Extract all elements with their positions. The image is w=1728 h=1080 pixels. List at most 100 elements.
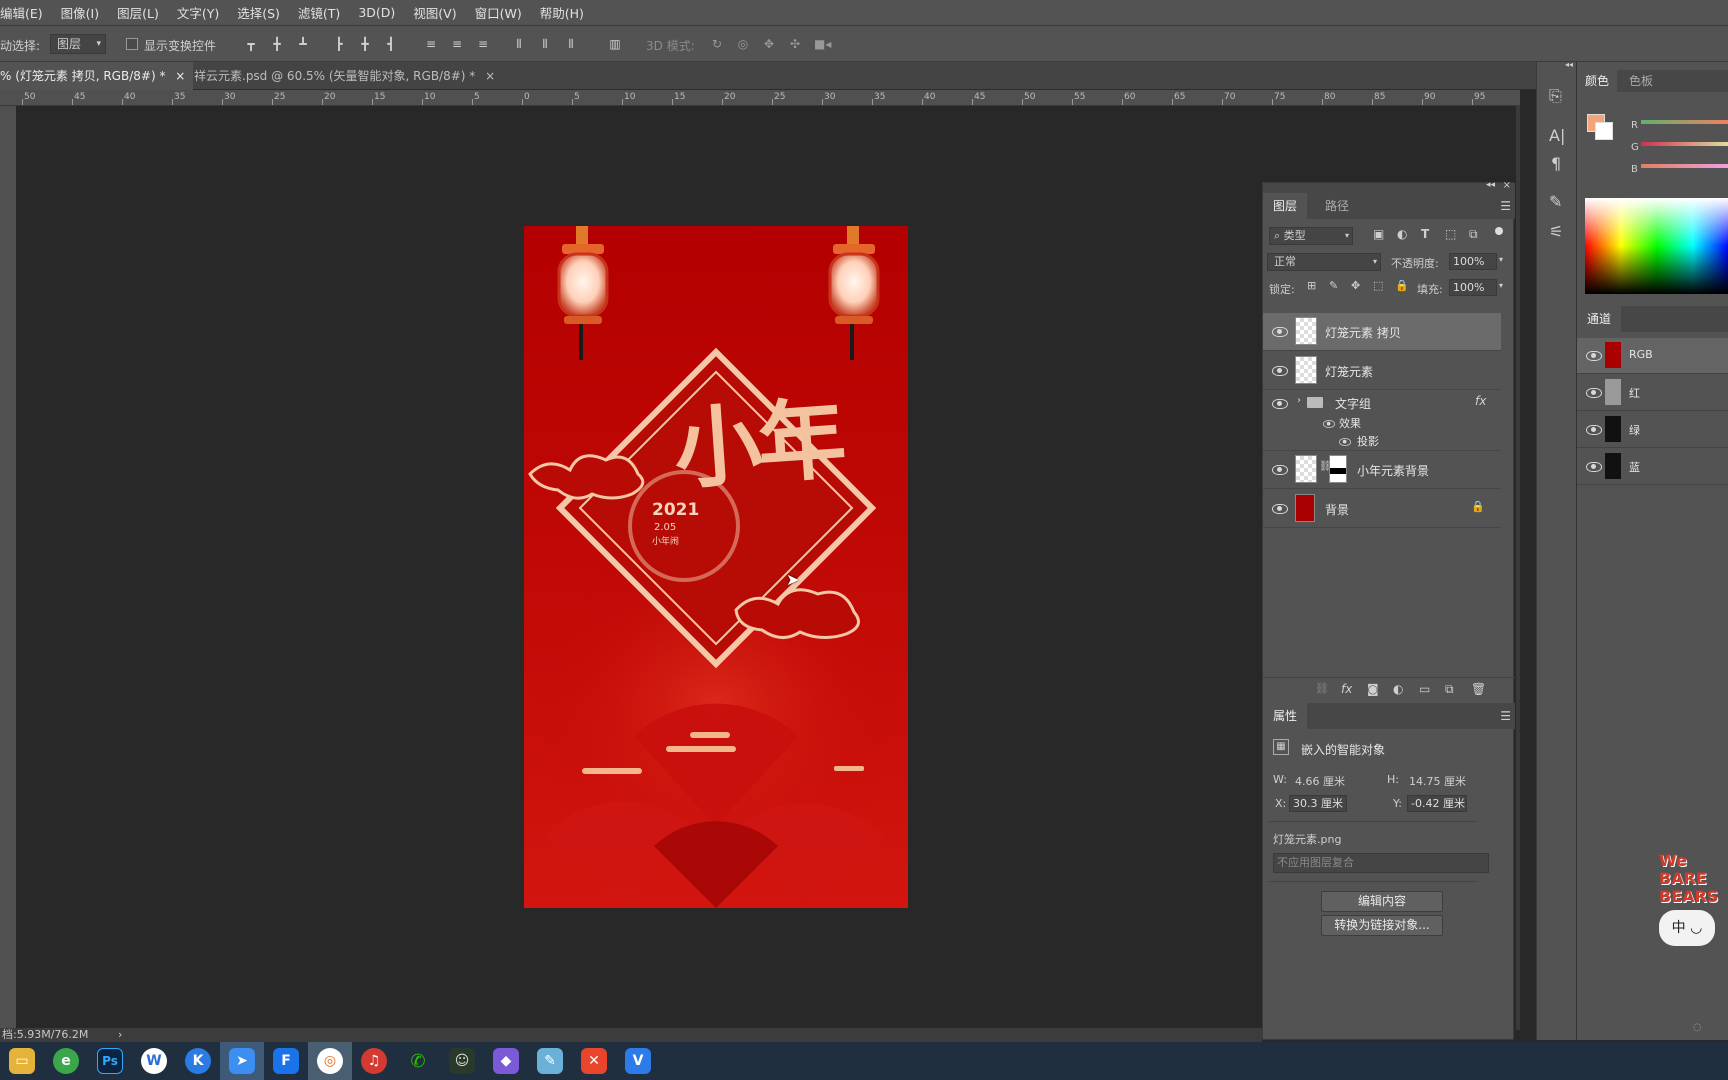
layer-name[interactable]: 灯笼元素 bbox=[1325, 363, 1373, 380]
visibility-eye-icon[interactable] bbox=[1272, 465, 1288, 475]
taskbar-netease-music[interactable]: ♫ bbox=[352, 1042, 396, 1080]
visibility-eye-icon[interactable] bbox=[1272, 504, 1288, 514]
distribute-vcenter-icon[interactable]: ≡ bbox=[450, 36, 464, 52]
visibility-eye-icon[interactable] bbox=[1586, 351, 1602, 361]
panel-menu-icon[interactable]: ☰ bbox=[1500, 199, 1511, 213]
x-input[interactable]: 30.3 厘米 bbox=[1289, 795, 1347, 812]
fx-add-icon[interactable]: fx bbox=[1341, 682, 1352, 696]
taskbar-app-feishu[interactable]: ➤ bbox=[220, 1042, 264, 1080]
tab-layers[interactable]: 图层 bbox=[1263, 193, 1308, 219]
filter-type-icon[interactable]: T bbox=[1421, 227, 1429, 241]
taskbar-app-k[interactable]: K bbox=[176, 1042, 220, 1080]
background-swatch[interactable] bbox=[1595, 122, 1613, 140]
fill-input[interactable]: 100% bbox=[1449, 279, 1497, 296]
taskbar-app-cube[interactable]: ◆ bbox=[484, 1042, 528, 1080]
menu-edit[interactable]: 编辑(E) bbox=[0, 3, 52, 22]
add-mask-icon[interactable]: ◙ bbox=[1367, 682, 1379, 696]
align-hcenter-icon[interactable]: ╋ bbox=[358, 36, 372, 52]
canvas-scrollbar[interactable] bbox=[1516, 106, 1520, 1030]
layer-name[interactable]: 背景 bbox=[1325, 501, 1349, 518]
visibility-eye-icon[interactable] bbox=[1272, 366, 1288, 376]
layer-name[interactable]: 小年元素背景 bbox=[1357, 462, 1429, 479]
collapse-icon[interactable]: ◂◂ bbox=[1486, 180, 1495, 190]
filter-adjust-icon[interactable]: ◐ bbox=[1397, 227, 1407, 241]
tab-channels[interactable]: 通道 bbox=[1577, 306, 1622, 332]
panel-menu-icon[interactable]: ☰ bbox=[1500, 709, 1511, 723]
align-left-icon[interactable]: ┣ bbox=[332, 36, 346, 52]
visibility-eye-icon[interactable] bbox=[1586, 425, 1602, 435]
distribute-top-icon[interactable]: ≡ bbox=[424, 36, 438, 52]
visibility-eye-icon[interactable] bbox=[1586, 388, 1602, 398]
channel-row-blue[interactable]: 蓝 bbox=[1577, 449, 1728, 485]
layer-filter-dropdown[interactable]: ⌕ 类型 ▾ bbox=[1269, 227, 1353, 245]
taskbar-app-x[interactable]: ✕ bbox=[572, 1042, 616, 1080]
menu-view[interactable]: 视图(V) bbox=[404, 3, 465, 22]
new-group-icon[interactable]: ▭ bbox=[1419, 682, 1430, 696]
taskbar-wechat[interactable]: ✆ bbox=[396, 1042, 440, 1080]
filter-pixel-icon[interactable]: ▣ bbox=[1373, 227, 1384, 241]
taskbar-app-mascot[interactable]: ☺ bbox=[440, 1042, 484, 1080]
expand-arrow-icon[interactable]: › bbox=[1297, 395, 1301, 406]
tab-cloud-psd[interactable]: 祥云元素.psd @ 60.5% (矢量智能对象, RGB/8#) * × bbox=[186, 62, 503, 90]
visibility-eye-icon[interactable] bbox=[1272, 399, 1288, 409]
menu-type[interactable]: 文字(Y) bbox=[168, 3, 228, 22]
menu-select[interactable]: 选择(S) bbox=[228, 3, 289, 22]
close-icon[interactable]: × bbox=[1503, 180, 1511, 191]
distribute-bottom-icon[interactable]: ≡ bbox=[476, 36, 490, 52]
align-right-icon[interactable]: ┫ bbox=[384, 36, 398, 52]
menu-help[interactable]: 帮助(H) bbox=[531, 3, 593, 22]
brush-icon[interactable]: ✎ bbox=[1549, 192, 1562, 211]
distribute-hcenter-icon[interactable]: ⦀ bbox=[538, 36, 552, 52]
channel-row-red[interactable]: 红 bbox=[1577, 375, 1728, 411]
drop-shadow-label[interactable]: 投影 bbox=[1357, 433, 1379, 449]
effects-eye-icon[interactable] bbox=[1323, 420, 1335, 428]
y-input[interactable]: -0.42 厘米 bbox=[1407, 795, 1467, 812]
3d-slide-icon[interactable]: ✣ bbox=[788, 36, 802, 52]
character-icon[interactable]: A| bbox=[1549, 126, 1565, 145]
tab-lantern-copy[interactable]: % (灯笼元素 拷贝, RGB/8#) * × bbox=[0, 62, 194, 90]
convert-to-linked-button[interactable]: 转换为链接对象... bbox=[1321, 915, 1443, 936]
taskbar-file-explorer[interactable]: ▭ bbox=[0, 1042, 44, 1080]
channel-row-rgb[interactable]: RGB bbox=[1577, 338, 1728, 374]
distribute-right-icon[interactable]: ⦀ bbox=[564, 36, 578, 52]
filter-shape-icon[interactable]: ⬚ bbox=[1445, 227, 1456, 241]
lock-transparent-icon[interactable]: ⊞ bbox=[1307, 279, 1316, 292]
chevron-down-icon[interactable]: ▾ bbox=[1499, 255, 1503, 264]
layer-row-lantern[interactable]: 灯笼元素 bbox=[1263, 352, 1501, 390]
menu-3d[interactable]: 3D(D) bbox=[349, 5, 404, 20]
3d-scale-icon[interactable]: ■◂ bbox=[814, 36, 831, 52]
slider-b[interactable] bbox=[1641, 164, 1728, 168]
taskbar-app-f[interactable]: F bbox=[264, 1042, 308, 1080]
3d-roll-icon[interactable]: ◎ bbox=[736, 36, 750, 52]
color-spectrum[interactable] bbox=[1585, 198, 1728, 294]
lock-paint-icon[interactable]: ✎ bbox=[1329, 279, 1338, 292]
taskbar-browser[interactable]: e bbox=[44, 1042, 88, 1080]
align-top-icon[interactable]: ┳ bbox=[244, 36, 258, 52]
layer-row-background[interactable]: 背景 🔒 bbox=[1263, 490, 1501, 528]
align-vcenter-icon[interactable]: ╋ bbox=[270, 36, 284, 52]
delete-layer-icon[interactable]: 🗑 bbox=[1471, 682, 1486, 696]
distribute-left-icon[interactable]: ⦀ bbox=[512, 36, 526, 52]
close-icon[interactable]: × bbox=[485, 69, 495, 83]
3d-pan-icon[interactable]: ✥ bbox=[762, 36, 776, 52]
tab-swatches[interactable]: 色板 bbox=[1625, 70, 1657, 92]
lock-all-icon[interactable]: 🔒 bbox=[1395, 279, 1409, 292]
3d-rotate-icon[interactable]: ↻ bbox=[710, 36, 724, 52]
visibility-eye-icon[interactable] bbox=[1272, 327, 1288, 337]
menu-window[interactable]: 窗口(W) bbox=[466, 3, 531, 22]
history-icon[interactable]: ⎘ bbox=[1549, 86, 1562, 106]
layer-row-text-group[interactable]: › 文字组 fx 效果 投影 bbox=[1263, 391, 1501, 451]
paragraph-icon[interactable]: ¶ bbox=[1551, 154, 1561, 173]
height-value[interactable]: 14.75 厘米 bbox=[1409, 773, 1466, 789]
taskbar-app-scan[interactable]: ◎ bbox=[308, 1042, 352, 1080]
taskbar-photoshop[interactable]: Ps bbox=[88, 1042, 132, 1080]
fx-icon[interactable]: fx bbox=[1475, 394, 1486, 408]
menu-image[interactable]: 图像(I) bbox=[52, 3, 108, 22]
menu-layer[interactable]: 图层(L) bbox=[108, 3, 168, 22]
layer-name[interactable]: 文字组 bbox=[1335, 395, 1371, 412]
auto-select-dropdown[interactable]: 图层 ▾ bbox=[50, 34, 106, 54]
channel-row-green[interactable]: 绿 bbox=[1577, 412, 1728, 448]
tab-properties[interactable]: 属性 bbox=[1263, 703, 1308, 729]
collapse-icon[interactable]: ◂◂ bbox=[1565, 60, 1573, 69]
close-icon[interactable]: × bbox=[175, 69, 185, 83]
